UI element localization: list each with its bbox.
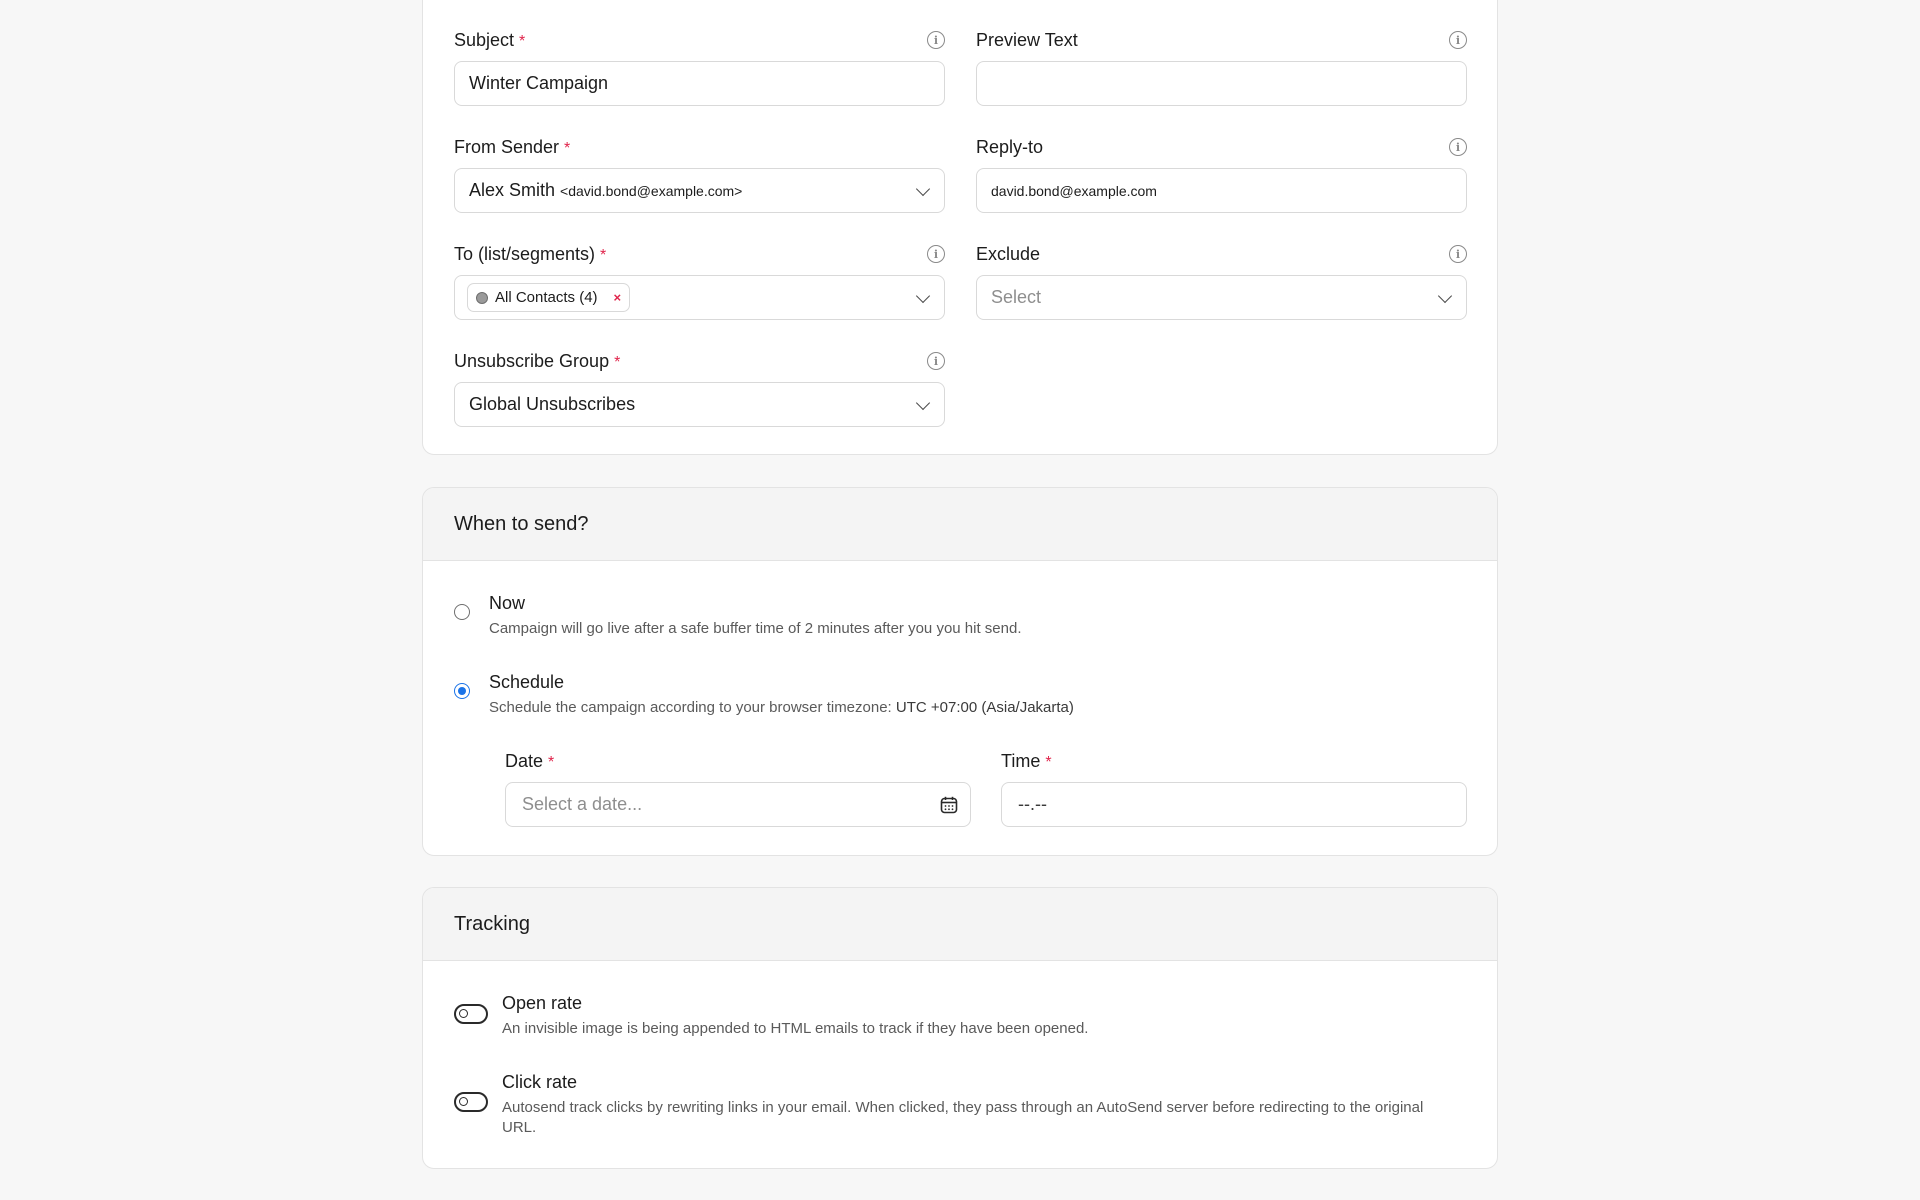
schedule-radio[interactable] — [454, 683, 470, 699]
tracking-title: Tracking — [454, 912, 530, 935]
date-input[interactable]: Select a date... — [505, 782, 971, 827]
time-placeholder: --.-- — [1018, 794, 1047, 814]
when-to-send-card: When to send? Now Campaign will go live … — [422, 487, 1498, 856]
when-to-send-header: When to send? — [423, 488, 1497, 561]
open-rate-option: Open rate An invisible image is being ap… — [454, 992, 1088, 1039]
sender-email: <david.bond@example.com> — [560, 182, 743, 199]
preview-text-label: Preview Text — [976, 29, 1078, 50]
info-icon[interactable]: i — [1449, 138, 1467, 156]
subject-input[interactable]: Winter Campaign — [454, 61, 945, 106]
remove-tag-icon[interactable]: × — [614, 290, 622, 305]
info-icon[interactable]: i — [927, 352, 945, 370]
reply-to-value: david.bond@example.com — [991, 182, 1157, 199]
to-lists-field: To (list/segments) * i All Contacts (4) × — [454, 243, 945, 320]
click-rate-option: Click rate Autosend track clicks by rewr… — [454, 1071, 1434, 1138]
unsubscribe-group-field: Unsubscribe Group * i Global Unsubscribes — [454, 350, 945, 427]
from-sender-label: From Sender * — [454, 136, 571, 157]
time-field: Time * --.-- — [1001, 750, 1467, 827]
reply-to-input[interactable]: david.bond@example.com — [976, 168, 1467, 213]
open-rate-toggle[interactable] — [454, 1004, 488, 1024]
exclude-select[interactable]: Select — [976, 275, 1467, 320]
list-tag-label: All Contacts (4) — [495, 289, 598, 306]
preview-text-field: Preview Text i — [976, 29, 1467, 106]
time-label: Time * — [1001, 750, 1052, 771]
to-lists-select[interactable]: All Contacts (4) × — [454, 275, 945, 320]
schedule-option[interactable]: Schedule Schedule the campaign according… — [454, 671, 1074, 718]
list-dot-icon — [476, 291, 488, 304]
info-icon[interactable]: i — [1449, 245, 1467, 263]
schedule-label: Schedule — [489, 672, 565, 692]
open-rate-description: An invisible image is being appended to … — [502, 1020, 1089, 1037]
schedule-description: Schedule the campaign according to your … — [489, 699, 1074, 716]
unsubscribe-group-value: Global Unsubscribes — [469, 394, 636, 414]
sender-name: Alex Smith — [469, 180, 556, 200]
subject-field: Subject * i Winter Campaign — [454, 29, 945, 106]
time-input[interactable]: --.-- — [1001, 782, 1467, 827]
to-lists-label: To (list/segments) * — [454, 243, 607, 264]
date-field: Date * Select a date... — [505, 750, 971, 827]
unsubscribe-group-select[interactable]: Global Unsubscribes — [454, 382, 945, 427]
subject-label: Subject * — [454, 29, 526, 50]
exclude-label: Exclude — [976, 243, 1041, 264]
reply-to-field: Reply-to i david.bond@example.com — [976, 136, 1467, 213]
chevron-down-icon — [1437, 288, 1453, 303]
reply-to-label: Reply-to — [976, 136, 1044, 157]
send-now-radio[interactable] — [454, 604, 470, 620]
exclude-placeholder: Select — [991, 287, 1042, 307]
calendar-icon[interactable] — [940, 796, 958, 814]
info-icon[interactable]: i — [1449, 31, 1467, 49]
open-rate-label: Open rate — [502, 993, 583, 1013]
date-placeholder: Select a date... — [522, 794, 643, 814]
exclude-field: Exclude i Select — [976, 243, 1467, 320]
from-sender-select[interactable]: Alex Smith <david.bond@example.com> — [454, 168, 945, 213]
preview-text-input[interactable] — [976, 61, 1467, 106]
chevron-down-icon — [915, 288, 931, 303]
chevron-down-icon — [915, 395, 931, 410]
send-now-label: Now — [489, 593, 526, 613]
when-to-send-title: When to send? — [454, 512, 589, 535]
list-tag: All Contacts (4) × — [467, 283, 631, 312]
campaign-details-card: Subject * i Winter Campaign Preview Text … — [422, 0, 1498, 455]
tracking-card: Tracking Open rate An invisible image is… — [422, 887, 1498, 1169]
chevron-down-icon — [915, 181, 931, 196]
send-now-option[interactable]: Now Campaign will go live after a safe b… — [454, 592, 1022, 639]
date-label: Date * — [505, 750, 555, 771]
from-sender-field: From Sender * Alex Smith <david.bond@exam… — [454, 136, 945, 213]
info-icon[interactable]: i — [927, 245, 945, 263]
click-rate-toggle[interactable] — [454, 1092, 488, 1112]
click-rate-label: Click rate — [502, 1072, 578, 1092]
subject-value: Winter Campaign — [469, 73, 609, 93]
send-now-description: Campaign will go live after a safe buffe… — [489, 620, 1022, 637]
info-icon[interactable]: i — [927, 31, 945, 49]
click-rate-description: Autosend track clicks by rewriting links… — [502, 1099, 1424, 1136]
timezone-text: UTC +07:00 (Asia/Jakarta) — [895, 699, 1074, 716]
unsubscribe-group-label: Unsubscribe Group * — [454, 350, 621, 371]
tracking-header: Tracking — [423, 888, 1497, 961]
